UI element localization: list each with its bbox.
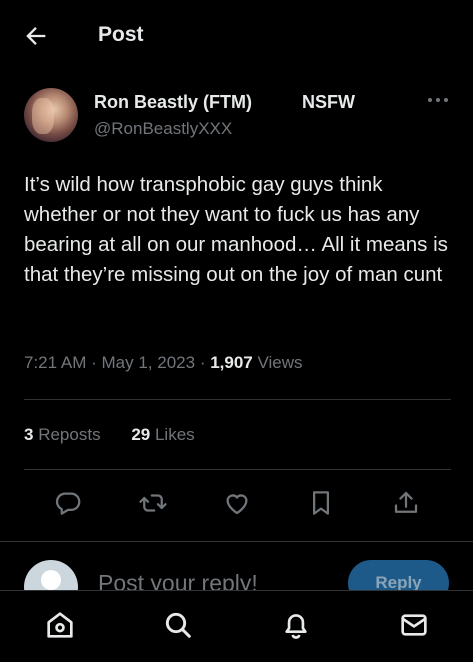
repost-icon[interactable] (138, 488, 168, 518)
author-handle[interactable]: @RonBeastlyXXX (94, 119, 232, 139)
divider (24, 469, 451, 470)
views-count: 1,907 (210, 353, 253, 372)
views-label: Views (257, 353, 303, 372)
divider (0, 590, 473, 591)
share-icon[interactable] (391, 488, 421, 518)
search-icon[interactable] (162, 609, 194, 641)
reply-icon[interactable] (53, 488, 83, 518)
author-name[interactable]: Ron Beastly (FTM) (94, 92, 252, 113)
post-stats: 3 Reposts 29 Likes (24, 425, 221, 445)
post-text: It’s wild how transphobic gay guys think… (24, 173, 448, 286)
bookmark-icon[interactable] (306, 488, 336, 518)
nsfw-label: NSFW (302, 92, 355, 112)
messages-icon[interactable] (398, 609, 430, 641)
meta-separator: · (199, 353, 206, 372)
reposts-label: Reposts (38, 425, 101, 444)
back-arrow-icon[interactable] (22, 22, 50, 50)
notifications-icon[interactable] (280, 609, 312, 641)
post-meta: 7:21 AM · May 1, 2023 · 1,907 Views (24, 353, 303, 373)
home-icon[interactable] (44, 609, 76, 641)
divider (24, 399, 451, 400)
bottom-nav (0, 590, 473, 662)
post-time[interactable]: 7:21 AM (24, 353, 86, 372)
page-title: Post (98, 23, 144, 46)
more-options-icon[interactable] (425, 90, 451, 110)
likes-stat[interactable]: 29 Likes (131, 425, 194, 444)
likes-count: 29 (131, 425, 151, 444)
divider (0, 541, 473, 542)
post-page: Post Ron Beastly (FTM) NSFW @RonBeastlyX… (0, 0, 473, 662)
top-bar: Post (0, 0, 473, 70)
like-icon[interactable] (222, 488, 252, 518)
post-date[interactable]: May 1, 2023 (102, 353, 196, 372)
likes-label: Likes (154, 425, 195, 444)
reposts-stat[interactable]: 3 Reposts (24, 425, 105, 444)
author-avatar[interactable] (24, 88, 78, 142)
meta-separator: · (91, 353, 97, 372)
reposts-count: 3 (24, 425, 34, 444)
